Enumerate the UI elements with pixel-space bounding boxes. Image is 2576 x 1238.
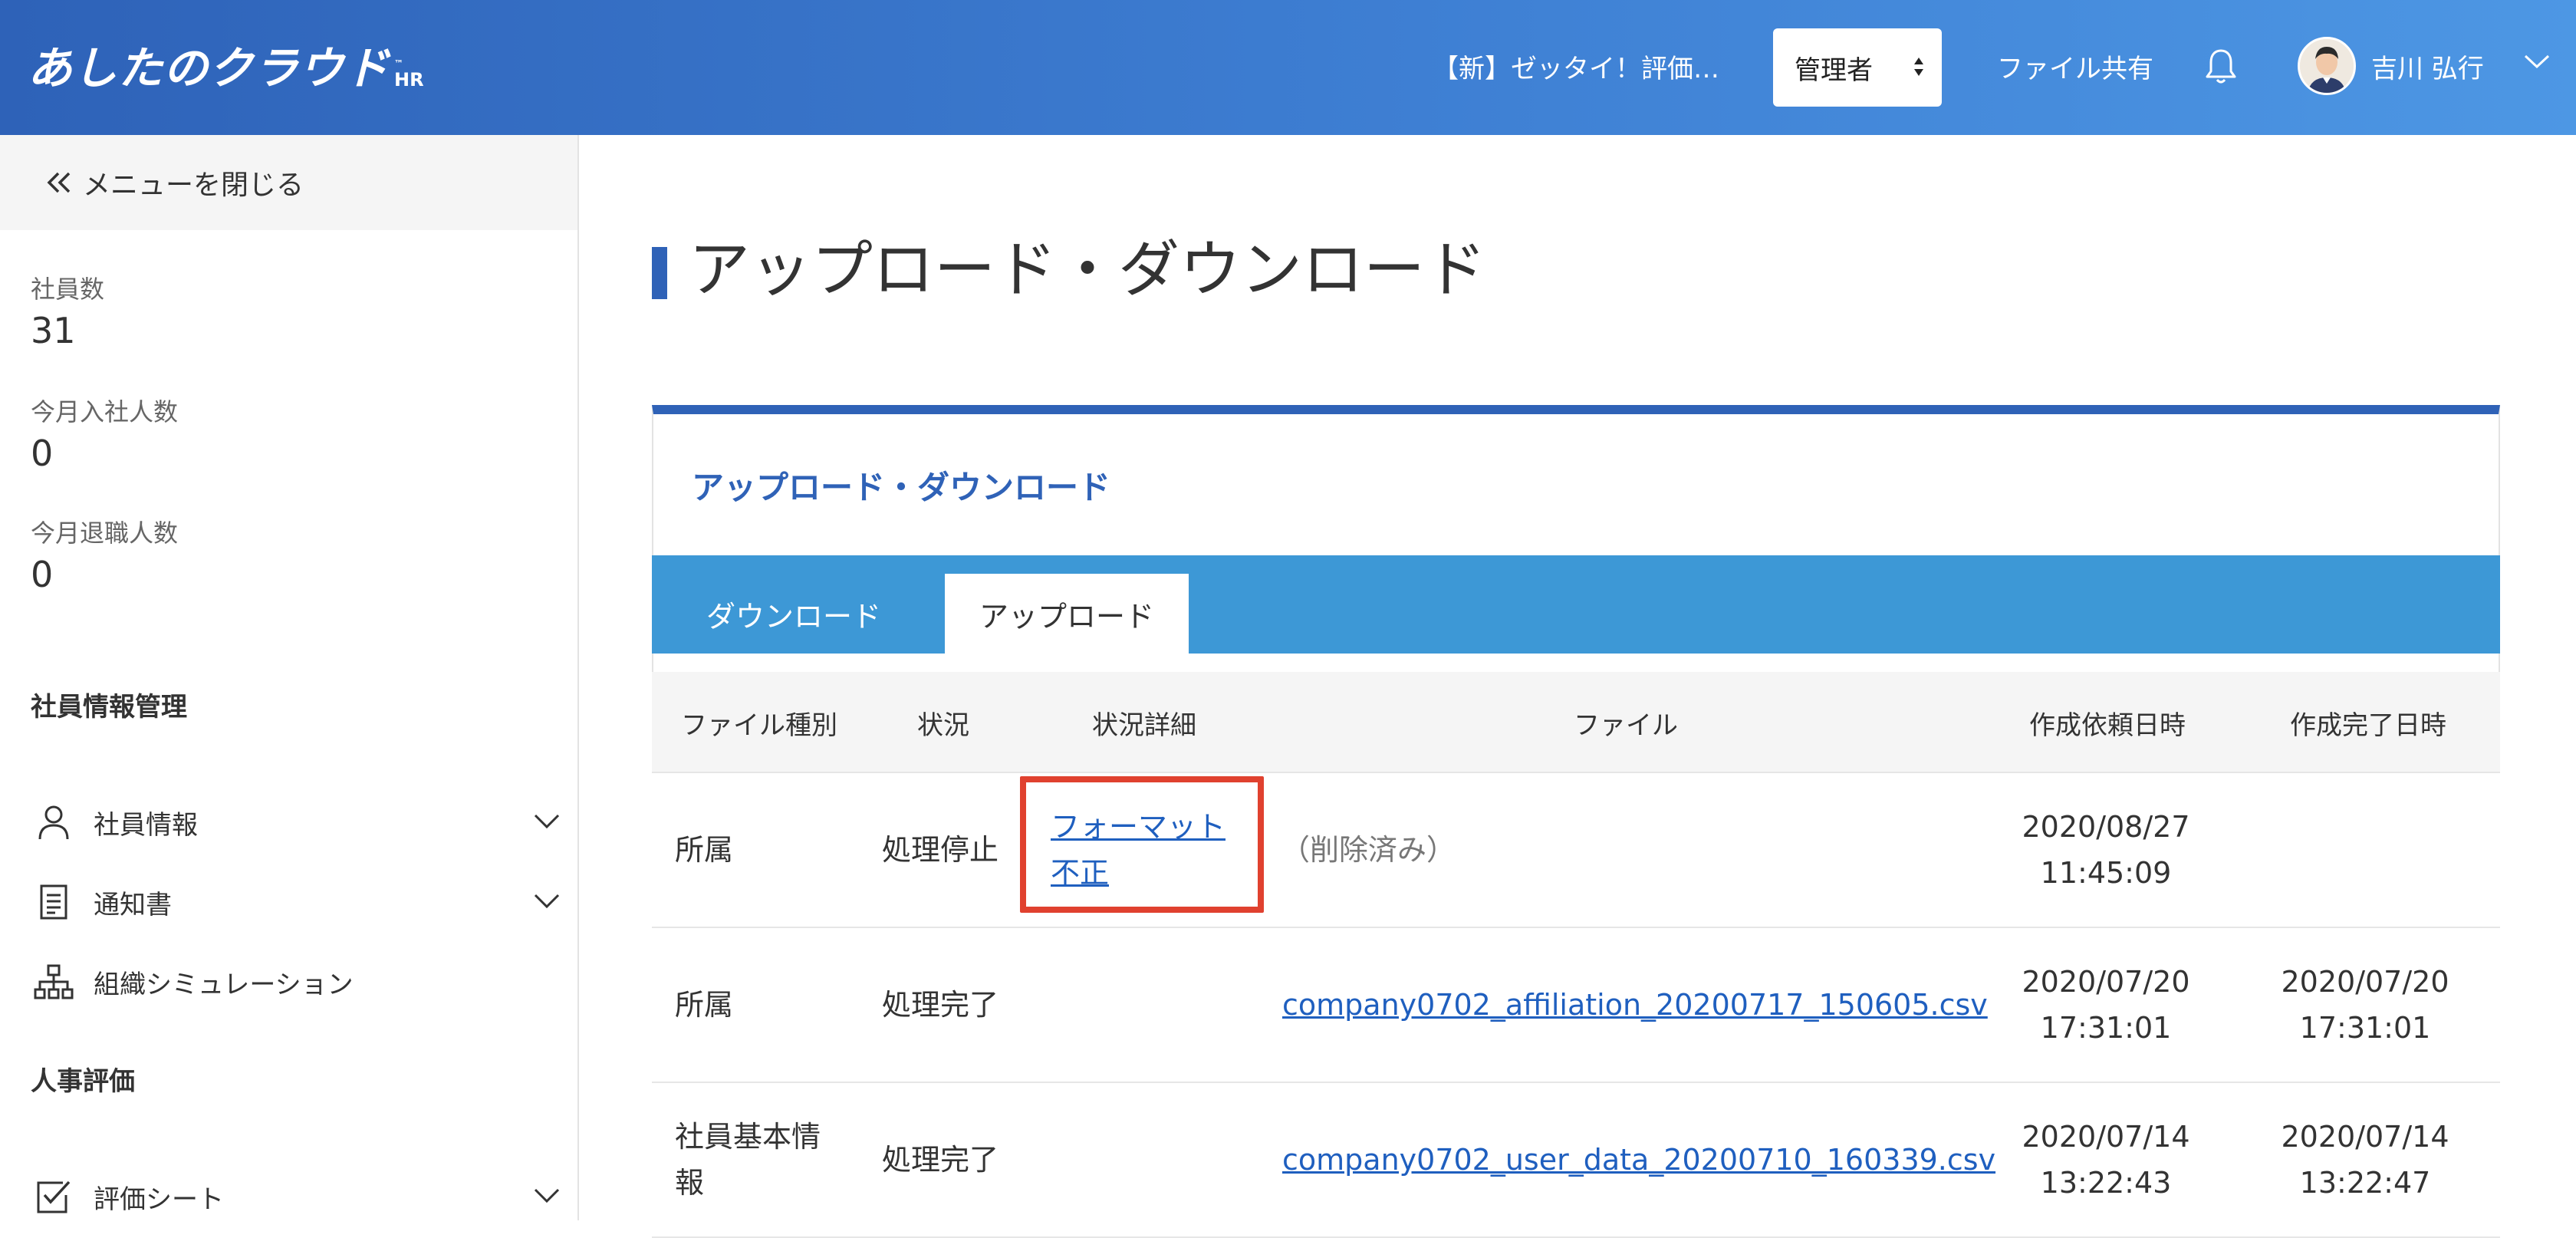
section-title-evaluation: 人事評価 bbox=[31, 1066, 135, 1097]
file-download-link[interactable]: company0702_user_data_20200710_160339.cs… bbox=[1282, 1137, 1995, 1183]
column-header-status-detail: 状況詳細 bbox=[1092, 710, 1196, 741]
stat-label-joiners: 今月入社人数 bbox=[31, 397, 179, 426]
tab-bar: ダウンロード アップロード bbox=[652, 555, 2500, 654]
org-chart-icon bbox=[31, 960, 77, 1003]
sidebar-item-label: 組織シミュレーション bbox=[94, 969, 354, 1000]
card-title: アップロード・ダウンロード bbox=[692, 469, 1111, 506]
chevron-down-icon[interactable] bbox=[2523, 52, 2551, 71]
bell-icon[interactable] bbox=[2203, 46, 2239, 86]
notice-link[interactable]: 【新】ゼッタイ！評価… bbox=[1433, 48, 1719, 85]
cell-status: 処理完了 bbox=[882, 988, 999, 1022]
sidebar-item-org-simulation[interactable]: 組織シミュレーション bbox=[31, 951, 560, 1012]
person-icon bbox=[31, 801, 77, 844]
column-header-completed-at: 作成完了日時 bbox=[2290, 710, 2446, 741]
table-header: ファイル種別 状況 状況詳細 ファイル 作成依頼日時 作成完了日時 bbox=[652, 672, 2500, 773]
tab-download[interactable]: ダウンロード bbox=[652, 574, 936, 654]
tab-upload[interactable]: アップロード bbox=[945, 574, 1189, 654]
upload-download-card: アップロード・ダウンロード ダウンロード アップロード ファイル種別 状況 状況… bbox=[652, 405, 2500, 1238]
cell-completed-at bbox=[2242, 773, 2488, 927]
cell-file-type: 所属 bbox=[675, 833, 734, 867]
app-logo[interactable]: あしたのクラウド ™ HR bbox=[28, 32, 424, 97]
double-chevron-left-icon bbox=[47, 172, 71, 193]
file-share-link[interactable]: ファイル共有 bbox=[1997, 48, 2153, 85]
logo-sub-text: HR bbox=[394, 69, 424, 91]
column-header-file-type: ファイル種別 bbox=[681, 710, 837, 741]
sidebar-item-label: 通知書 bbox=[94, 889, 172, 920]
select-arrows-icon bbox=[1914, 58, 1923, 76]
logo-text: あしたのクラウド bbox=[28, 42, 390, 94]
sidebar-item-notices[interactable]: 通知書 bbox=[31, 871, 560, 933]
close-menu-label: メニューを閉じる bbox=[83, 170, 304, 201]
sidebar-item-label: 社員情報 bbox=[94, 809, 198, 841]
stat-value-joiners: 0 bbox=[31, 433, 54, 474]
section-title-employee-management: 社員情報管理 bbox=[31, 692, 187, 723]
cell-completed-at: 2020/07/14 13:22:47 bbox=[2281, 1120, 2449, 1200]
close-menu-button[interactable]: メニューを閉じる bbox=[0, 135, 577, 230]
role-select[interactable]: 管理者 bbox=[1773, 28, 1942, 107]
chevron-down-icon bbox=[534, 814, 560, 829]
table-row: 社員基本情報 処理完了 company0702_user_data_202007… bbox=[652, 1083, 2500, 1238]
stat-value-employees: 31 bbox=[31, 310, 76, 351]
logo-sub: ™ HR bbox=[394, 58, 424, 91]
chevron-down-icon bbox=[534, 894, 560, 909]
user-name[interactable]: 吉川 弘行 bbox=[2371, 48, 2484, 85]
cell-file-type: 所属 bbox=[675, 988, 734, 1022]
cell-status-detail bbox=[1051, 1083, 1252, 1236]
cell-completed-at: 2020/07/20 17:31:01 bbox=[2281, 965, 2449, 1045]
cell-file: company0702_affiliation_20200717_150605.… bbox=[1282, 928, 1988, 1082]
stat-label-employees: 社員数 bbox=[31, 275, 105, 304]
column-header-file: ファイル bbox=[1574, 710, 1678, 741]
column-header-requested-at: 作成依頼日時 bbox=[2029, 710, 2186, 741]
cell-file: company0702_user_data_20200710_160339.cs… bbox=[1282, 1083, 1995, 1236]
chevron-down-icon bbox=[534, 1188, 560, 1203]
cell-requested-at: 2020/08/27 11:45:09 bbox=[2022, 810, 2190, 890]
top-header: あしたのクラウド ™ HR 【新】ゼッタイ！評価… 管理者 ファイル共有 吉川 … bbox=[0, 0, 2576, 135]
column-header-status: 状況 bbox=[917, 710, 969, 741]
cell-status: 処理完了 bbox=[882, 1143, 999, 1177]
cell-requested-at: 2020/07/14 13:22:43 bbox=[2022, 1120, 2190, 1200]
table-row: 所属 処理停止 フォーマット不正 （削除済み） 2020/08/27 11:45… bbox=[652, 773, 2500, 928]
stat-label-leavers: 今月退職人数 bbox=[31, 519, 179, 548]
cell-status-detail bbox=[1051, 928, 1252, 1082]
avatar[interactable] bbox=[2298, 37, 2356, 95]
role-select-value: 管理者 bbox=[1795, 54, 1873, 86]
user-photo-icon bbox=[2300, 39, 2354, 93]
table-row: 所属 処理完了 company0702_affiliation_20200717… bbox=[652, 928, 2500, 1083]
page-title: アップロード・ダウンロード bbox=[652, 230, 1486, 310]
logo-trademark: ™ bbox=[394, 58, 404, 69]
sidebar-item-employee-info[interactable]: 社員情報 bbox=[31, 792, 560, 853]
checkbox-sheet-icon bbox=[31, 1175, 77, 1218]
stat-value-leavers: 0 bbox=[31, 554, 54, 595]
document-icon bbox=[31, 881, 77, 924]
sidebar: メニューを閉じる 社員数 31 今月入社人数 0 今月退職人数 0 社員情報管理… bbox=[0, 135, 579, 1220]
cell-file: （削除済み） bbox=[1281, 833, 1456, 867]
highlight-box bbox=[1020, 776, 1264, 913]
cell-requested-at: 2020/07/20 17:31:01 bbox=[2022, 965, 2190, 1045]
sidebar-item-evaluation-sheet[interactable]: 評価シート bbox=[31, 1166, 560, 1227]
file-download-link[interactable]: company0702_affiliation_20200717_150605.… bbox=[1282, 982, 1988, 1028]
cell-file-type: 社員基本情報 bbox=[675, 1120, 821, 1200]
sidebar-item-label: 評価シート bbox=[94, 1184, 224, 1215]
